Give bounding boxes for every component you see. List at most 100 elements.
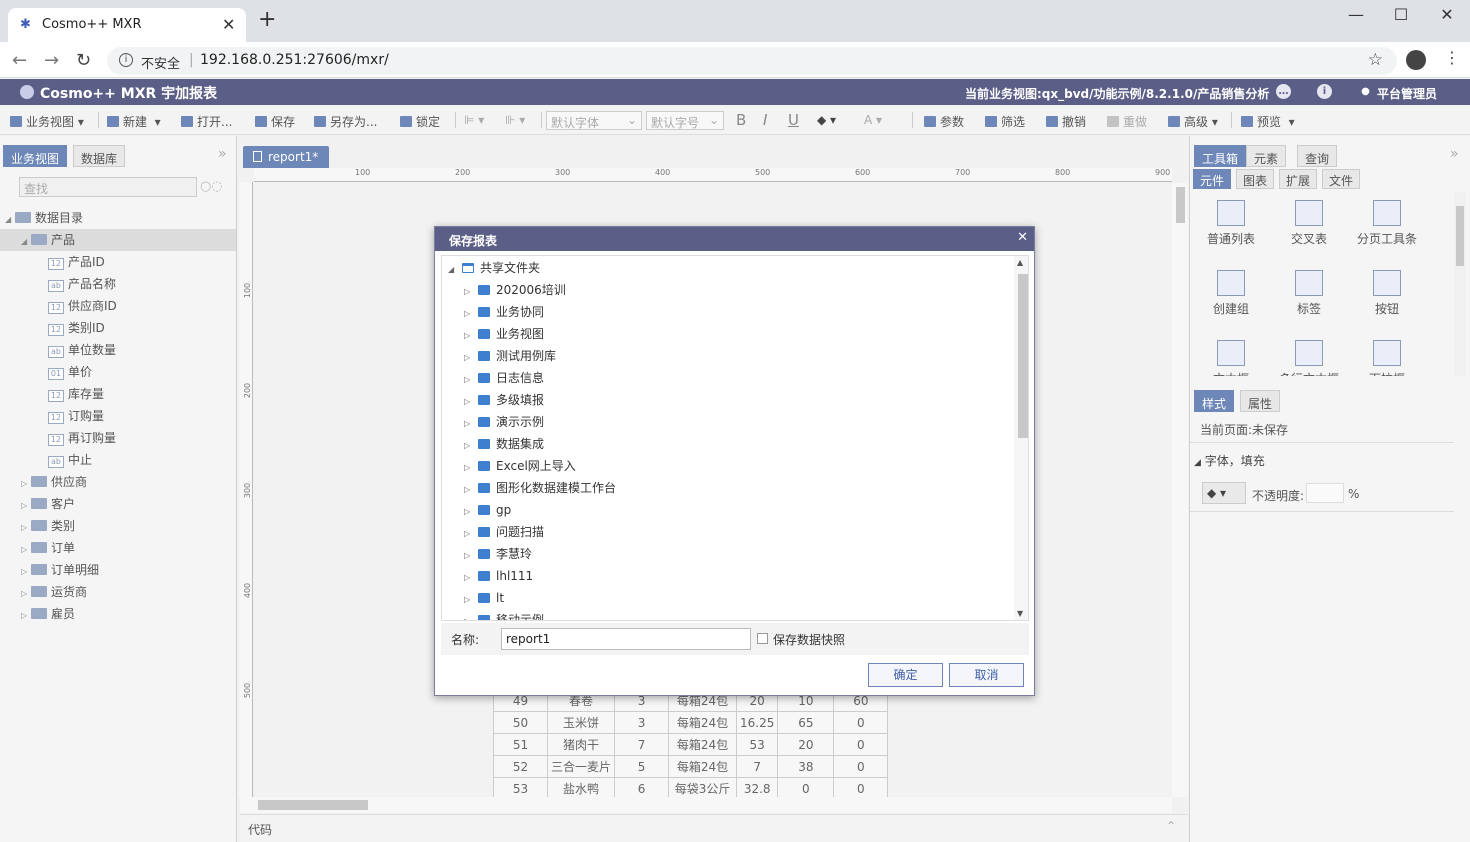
fill-color-picker[interactable]: ◆ ▾: [1202, 482, 1246, 504]
folder-item[interactable]: ▷ 图形化数据建模工作台: [464, 477, 616, 499]
folder-item[interactable]: ▷ 日志信息: [464, 367, 544, 389]
subtab-components[interactable]: 元件: [1193, 169, 1232, 189]
profile-avatar-icon[interactable]: [1406, 50, 1426, 70]
message-icon[interactable]: …: [1276, 84, 1291, 99]
report-table[interactable]: 49 春卷 3 每箱24包 20 10 60 50 玉米饼 3 每箱24包 16.25 65 0 51 猪肉干…: [493, 689, 889, 800]
table-cell[interactable]: 玉米饼: [546, 711, 616, 734]
table-row[interactable]: 51 猪肉干 7 每箱24包 53 20 0: [493, 733, 889, 756]
folder-item[interactable]: ▷ gp: [464, 499, 511, 521]
browser-tab[interactable]: ✱ Cosmo++ MXR ✕: [8, 8, 246, 42]
table-cell[interactable]: 三合一麦片: [546, 755, 616, 778]
tree-field-item[interactable]: 12 库存量: [48, 383, 104, 405]
browser-menu-icon[interactable]: ⋮: [1444, 48, 1460, 67]
tree-table-item[interactable]: ▷ 订单明细: [21, 559, 99, 581]
distribute-button[interactable]: ⊪ ▾: [505, 113, 525, 127]
params-button[interactable]: 参数: [924, 113, 964, 130]
tree-field-item[interactable]: 01 单价: [48, 361, 92, 383]
table-cell[interactable]: 53: [736, 733, 779, 756]
tree-field-item[interactable]: 12 再订购量: [48, 427, 116, 449]
forward-arrow-icon[interactable]: →: [44, 50, 59, 71]
snapshot-label[interactable]: 保存数据快照: [773, 631, 845, 648]
save-button[interactable]: 保存: [255, 113, 295, 130]
tab-style[interactable]: 样式: [1194, 390, 1235, 412]
folder-item[interactable]: ▷ 李慧玲: [464, 543, 532, 565]
bold-button[interactable]: B: [736, 111, 746, 129]
font-color-button[interactable]: A ▾: [864, 113, 882, 127]
search-icon[interactable]: ○◌: [200, 179, 223, 194]
fill-color-button[interactable]: ◆ ▾: [817, 113, 836, 127]
snapshot-checkbox[interactable]: [757, 633, 768, 644]
maximize-icon[interactable]: ☐: [1381, 5, 1421, 24]
canvas-vertical-scrollbar[interactable]: [1172, 183, 1188, 797]
component-item[interactable]: 交叉表: [1274, 200, 1344, 247]
cancel-button[interactable]: 取消: [949, 663, 1024, 687]
bookmark-star-icon[interactable]: ☆: [1368, 50, 1383, 70]
user-name[interactable]: 平台管理员: [1377, 85, 1437, 102]
business-view-button[interactable]: 业务视图 ▾: [10, 113, 84, 130]
tree-field-item[interactable]: ab 中止: [48, 449, 92, 471]
table-row[interactable]: 50 玉米饼 3 每箱24包 16.25 65 0: [493, 711, 889, 734]
folder-item[interactable]: ▷ lhl111: [464, 565, 533, 587]
subtab-files[interactable]: 文件: [1322, 169, 1361, 189]
canvas-horizontal-scrollbar[interactable]: [240, 797, 1172, 813]
tab-query[interactable]: 查询: [1297, 145, 1338, 167]
tab-database[interactable]: 数据库: [73, 145, 126, 167]
url-field[interactable]: i 不安全 | 192.168.0.251:27606/mxr/ ☆: [107, 47, 1397, 75]
table-cell[interactable]: 38: [777, 755, 835, 778]
open-button[interactable]: 打开...: [181, 113, 232, 130]
reload-icon[interactable]: ↻: [76, 50, 91, 71]
component-scrollbar[interactable]: [1454, 192, 1466, 376]
folder-item[interactable]: ▷ 测试用例库: [464, 345, 556, 367]
table-cell[interactable]: 每箱24包: [668, 733, 738, 756]
report-name-input[interactable]: report1: [501, 628, 751, 650]
tree-table-item[interactable]: ▷ 运货商: [21, 581, 87, 603]
folder-root[interactable]: ◢ 共享文件夹: [448, 257, 540, 279]
tab-elements[interactable]: 元素: [1246, 145, 1287, 167]
table-cell[interactable]: 每箱24包: [668, 711, 738, 734]
table-cell[interactable]: 7: [614, 733, 670, 756]
tree-table-item[interactable]: ▷ 供应商: [21, 471, 87, 493]
component-item[interactable]: 标签: [1274, 270, 1344, 317]
folder-item[interactable]: ▷ 202006培训: [464, 279, 566, 301]
table-cell[interactable]: 0: [833, 733, 889, 756]
subtab-charts[interactable]: 图表: [1236, 169, 1275, 189]
undo-button[interactable]: 撤销: [1046, 113, 1086, 130]
table-cell[interactable]: 0: [833, 711, 889, 734]
tree-field-item[interactable]: 12 产品ID: [48, 251, 105, 273]
preview-button[interactable]: 预览 ▾: [1241, 113, 1295, 130]
collapse-left-icon[interactable]: »: [218, 146, 227, 162]
component-item[interactable]: 创建组: [1196, 270, 1266, 317]
search-input[interactable]: 查找: [19, 177, 197, 197]
folder-item[interactable]: ▷ 数据集成: [464, 433, 544, 455]
tab-toolbox[interactable]: 工具箱: [1194, 145, 1247, 167]
new-tab-button[interactable]: +: [258, 9, 276, 31]
info-circle-icon[interactable]: i: [1317, 84, 1332, 99]
tree-table-item[interactable]: ▷ 客户: [21, 493, 75, 515]
table-cell[interactable]: 7: [736, 755, 779, 778]
lock-button[interactable]: 锁定: [400, 113, 440, 130]
dialog-close-icon[interactable]: ✕: [1017, 230, 1028, 245]
folder-item[interactable]: ▷ 业务协同: [464, 301, 544, 323]
table-cell[interactable]: 65: [777, 711, 835, 734]
info-icon[interactable]: i: [119, 53, 133, 67]
folder-item[interactable]: ▷ Excel网上导入: [464, 455, 576, 477]
folder-tree-scrollbar[interactable]: ▲ ▼: [1014, 256, 1028, 620]
table-cell[interactable]: 3: [614, 711, 670, 734]
table-cell[interactable]: 5: [614, 755, 670, 778]
component-item[interactable]: 按钮: [1352, 270, 1422, 317]
redo-button[interactable]: 重做: [1107, 113, 1147, 130]
tree-table-item[interactable]: ▷ 雇员: [21, 603, 75, 625]
font-select[interactable]: 默认字体 ⌄: [546, 111, 642, 130]
tree-table-item[interactable]: ▷ 类别: [21, 515, 75, 537]
tree-item-product[interactable]: ◢ 产品: [0, 229, 236, 251]
url-text[interactable]: 192.168.0.251:27606/mxr/: [200, 52, 389, 68]
tab-properties[interactable]: 属性: [1240, 390, 1281, 412]
component-item[interactable]: 分页工具条: [1352, 200, 1422, 247]
folder-item[interactable]: ▷ 业务视图: [464, 323, 544, 345]
component-item[interactable]: 普通列表: [1196, 200, 1266, 247]
back-arrow-icon[interactable]: ←: [12, 50, 27, 71]
expand-code-icon[interactable]: ⌃: [1166, 819, 1176, 833]
section-font-fill[interactable]: ◢ 字体，填充: [1194, 452, 1265, 469]
component-item[interactable]: 下拉框: [1352, 340, 1422, 376]
font-size-select[interactable]: 默认字号 ⌄: [646, 111, 724, 130]
